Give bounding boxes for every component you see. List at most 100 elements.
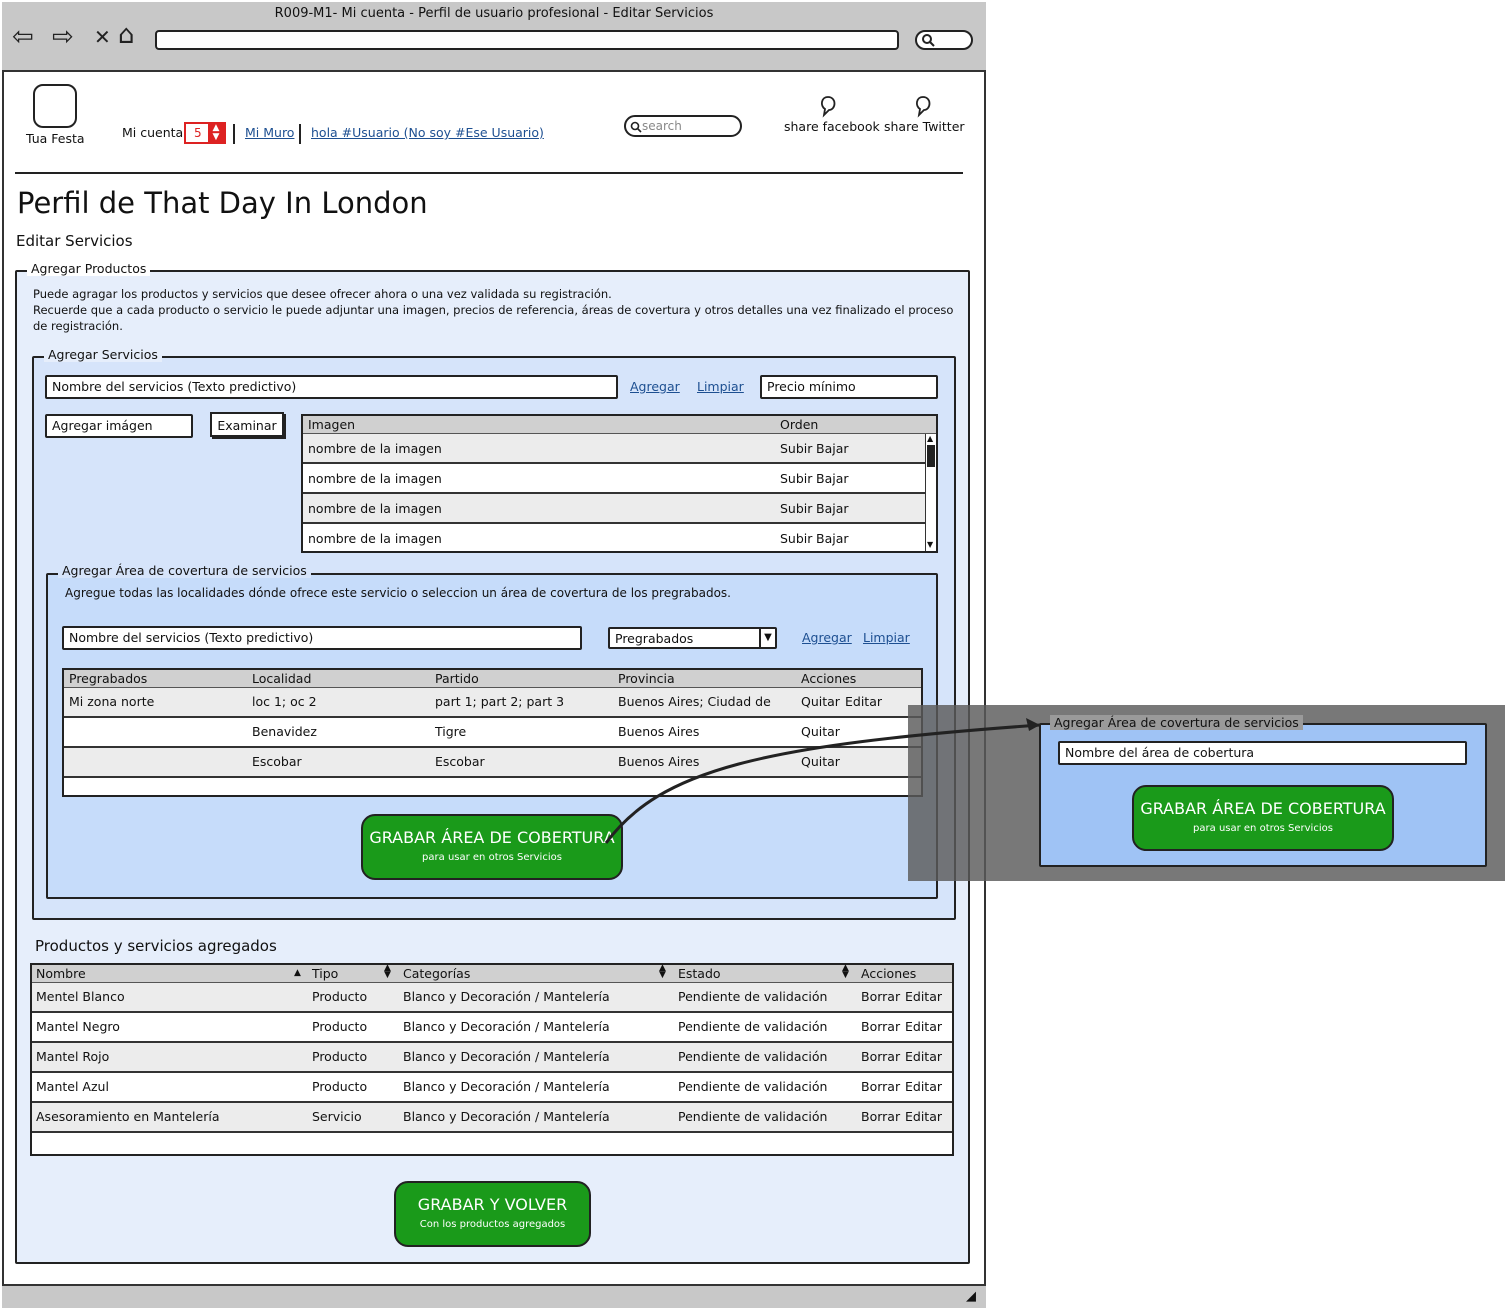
subir-link[interactable]: Subir [780, 471, 812, 486]
bajar-link[interactable]: Bajar [816, 501, 849, 516]
table-row: nombre de la imagen Subir Bajar [303, 524, 925, 554]
producto-nombre: Mantel Azul [36, 1079, 109, 1094]
col-imagen: Imagen [308, 417, 356, 432]
url-bar[interactable] [155, 30, 899, 50]
editar-link[interactable]: Editar [905, 1019, 942, 1034]
grabar-area-label: GRABAR ÁREA DE COBERTURA [369, 828, 615, 847]
cobertura-legend: Agregar Área de covertura de servicios [58, 563, 311, 578]
servicio-nombre-input[interactable]: Nombre del servicios (Texto predictivo) [45, 375, 618, 399]
close-icon[interactable]: ✕ [94, 24, 111, 50]
partido-cell: Tigre [435, 724, 467, 739]
sort-icon[interactable]: ▲ ▼ [384, 964, 391, 980]
scroll-thumb[interactable] [927, 445, 935, 467]
bajar-link[interactable]: Bajar [816, 471, 849, 486]
borrar-link[interactable]: Borrar [861, 1109, 900, 1124]
producto-estado: Pendiente de validación [678, 1109, 828, 1124]
borrar-link[interactable]: Borrar [861, 989, 900, 1004]
productos-table: Nombre ▲ Tipo ▲ ▼ Categorías ▲ ▼ Estado ▲ ▼… [30, 963, 954, 1156]
producto-categoria: Blanco y Decoración / Mantelería [403, 1109, 610, 1124]
limpiar-cobertura-link[interactable]: Limpiar [863, 630, 910, 645]
producto-estado: Pendiente de validación [678, 1049, 828, 1064]
quitar-link[interactable]: Quitar [801, 694, 840, 709]
cobertura-nombre-input[interactable]: Nombre del servicios (Texto predictivo) [62, 626, 582, 650]
bajar-link[interactable]: Bajar [816, 531, 849, 546]
partido-cell: part 1; part 2; part 3 [435, 694, 565, 709]
table-row: Mi zona norte loc 1; oc 2 part 1; part 2… [64, 688, 921, 718]
popup-legend: Agregar Área de covertura de servicios [1050, 715, 1303, 730]
borrar-link[interactable]: Borrar [861, 1019, 900, 1034]
col-partido: Partido [435, 671, 479, 686]
table-header: Nombre ▲ Tipo ▲ ▼ Categorías ▲ ▼ Estado ▲ ▼… [32, 964, 952, 983]
bajar-link[interactable]: Bajar [816, 441, 849, 456]
producto-categoria: Blanco y Decoración / Mantelería [403, 1079, 610, 1094]
popup-grabar-area-button[interactable]: GRABAR ÁREA DE COBERTURA para usar en ot… [1132, 785, 1394, 851]
browser-search-field[interactable] [915, 30, 973, 50]
home-icon[interactable]: ⌂ [118, 22, 135, 48]
sort-asc-icon[interactable]: ▲ [294, 968, 301, 978]
forward-arrow-icon[interactable]: ⇨ [52, 24, 74, 50]
editar-link[interactable]: Editar [845, 694, 882, 709]
popup-grabar-sublabel: para usar en otros Servicios [1193, 823, 1333, 834]
col-orden: Orden [780, 417, 819, 432]
stepper-arrows-icon[interactable]: ▲ ▼ [208, 124, 224, 142]
grabar-area-button[interactable]: GRABAR ÁREA DE COBERTURA para usar en ot… [361, 814, 623, 880]
logo-icon[interactable] [33, 84, 77, 128]
editar-link[interactable]: Editar [905, 989, 942, 1004]
mi-muro-link[interactable]: Mi Muro [245, 125, 294, 140]
chevron-down-icon[interactable]: ▼ [759, 629, 775, 647]
hola-usuario-link[interactable]: hola #Usuario (No soy #Ese Usuario) [311, 125, 544, 140]
share-twitter-label[interactable]: share Twitter [884, 119, 965, 134]
search-input[interactable]: search [624, 115, 742, 137]
col-tipo[interactable]: Tipo [312, 966, 338, 981]
producto-nombre: Mantel Negro [36, 1019, 120, 1034]
producto-nombre: Mentel Blanco [36, 989, 125, 1004]
col-estado[interactable]: Estado [678, 966, 721, 981]
back-arrow-icon[interactable]: ⇦ [12, 24, 34, 50]
agregar-imagen-input[interactable]: Agregar imágen [45, 414, 193, 438]
editar-link[interactable]: Editar [905, 1109, 942, 1124]
producto-tipo: Servicio [312, 1109, 362, 1124]
precio-minimo-input[interactable]: Precio mínimo [760, 375, 938, 399]
mi-cuenta-label[interactable]: Mi cuenta [122, 125, 183, 140]
pregrabados-select[interactable]: Pregrabados ▼ [608, 627, 777, 649]
borrar-link[interactable]: Borrar [861, 1049, 900, 1064]
sort-icon[interactable]: ▲ ▼ [659, 964, 666, 980]
scroll-up-icon[interactable]: ▲ [927, 434, 933, 443]
table-header: Imagen Orden [303, 416, 936, 434]
facebook-share-icon[interactable] [816, 94, 840, 118]
grabar-volver-button[interactable]: GRABAR Y VOLVER Con los productos agrega… [394, 1181, 591, 1247]
examinar-button[interactable]: Examinar [210, 412, 284, 437]
popup-area-nombre-input[interactable]: Nombre del área de cobertura [1058, 741, 1467, 765]
cobertura-table: Pregrabados Localidad Partido Provincia … [62, 668, 923, 797]
twitter-share-icon[interactable] [911, 94, 935, 118]
image-name: nombre de la imagen [308, 471, 442, 486]
info-text-2: Recuerde que a cada producto o servicio … [33, 303, 954, 317]
sort-icon[interactable]: ▲ ▼ [842, 964, 849, 980]
col-acciones: Acciones [801, 671, 857, 686]
quitar-link[interactable]: Quitar [801, 754, 840, 769]
limpiar-servicio-link[interactable]: Limpiar [697, 379, 744, 394]
agregar-cobertura-link[interactable]: Agregar [802, 630, 852, 645]
agregar-servicio-link[interactable]: Agregar [630, 379, 680, 394]
notification-stepper[interactable]: 5 ▲ ▼ [184, 122, 226, 144]
subir-link[interactable]: Subir [780, 501, 812, 516]
editar-link[interactable]: Editar [905, 1079, 942, 1094]
logo-label: Tua Festa [26, 131, 85, 146]
scroll-down-icon[interactable]: ▼ [927, 540, 933, 549]
quitar-link[interactable]: Quitar [801, 724, 840, 739]
editar-link[interactable]: Editar [905, 1049, 942, 1064]
col-nombre[interactable]: Nombre [36, 966, 86, 981]
table-row: Asesoramiento en Mantelería Servicio Bla… [32, 1103, 952, 1133]
share-facebook-label[interactable]: share facebook [784, 119, 880, 134]
scrollbar[interactable]: ▲ ▼ [925, 434, 936, 551]
subir-link[interactable]: Subir [780, 441, 812, 456]
resize-grip-icon[interactable]: ◢ [966, 1289, 976, 1304]
table-row: Mentel Blanco Producto Blanco y Decoraci… [32, 983, 952, 1013]
borrar-link[interactable]: Borrar [861, 1079, 900, 1094]
producto-categoria: Blanco y Decoración / Mantelería [403, 989, 610, 1004]
localidad-cell: Benavidez [252, 724, 317, 739]
col-categorias[interactable]: Categorías [403, 966, 470, 981]
grabar-volver-label: GRABAR Y VOLVER [417, 1195, 568, 1214]
col-localidad: Localidad [252, 671, 312, 686]
subir-link[interactable]: Subir [780, 531, 812, 546]
